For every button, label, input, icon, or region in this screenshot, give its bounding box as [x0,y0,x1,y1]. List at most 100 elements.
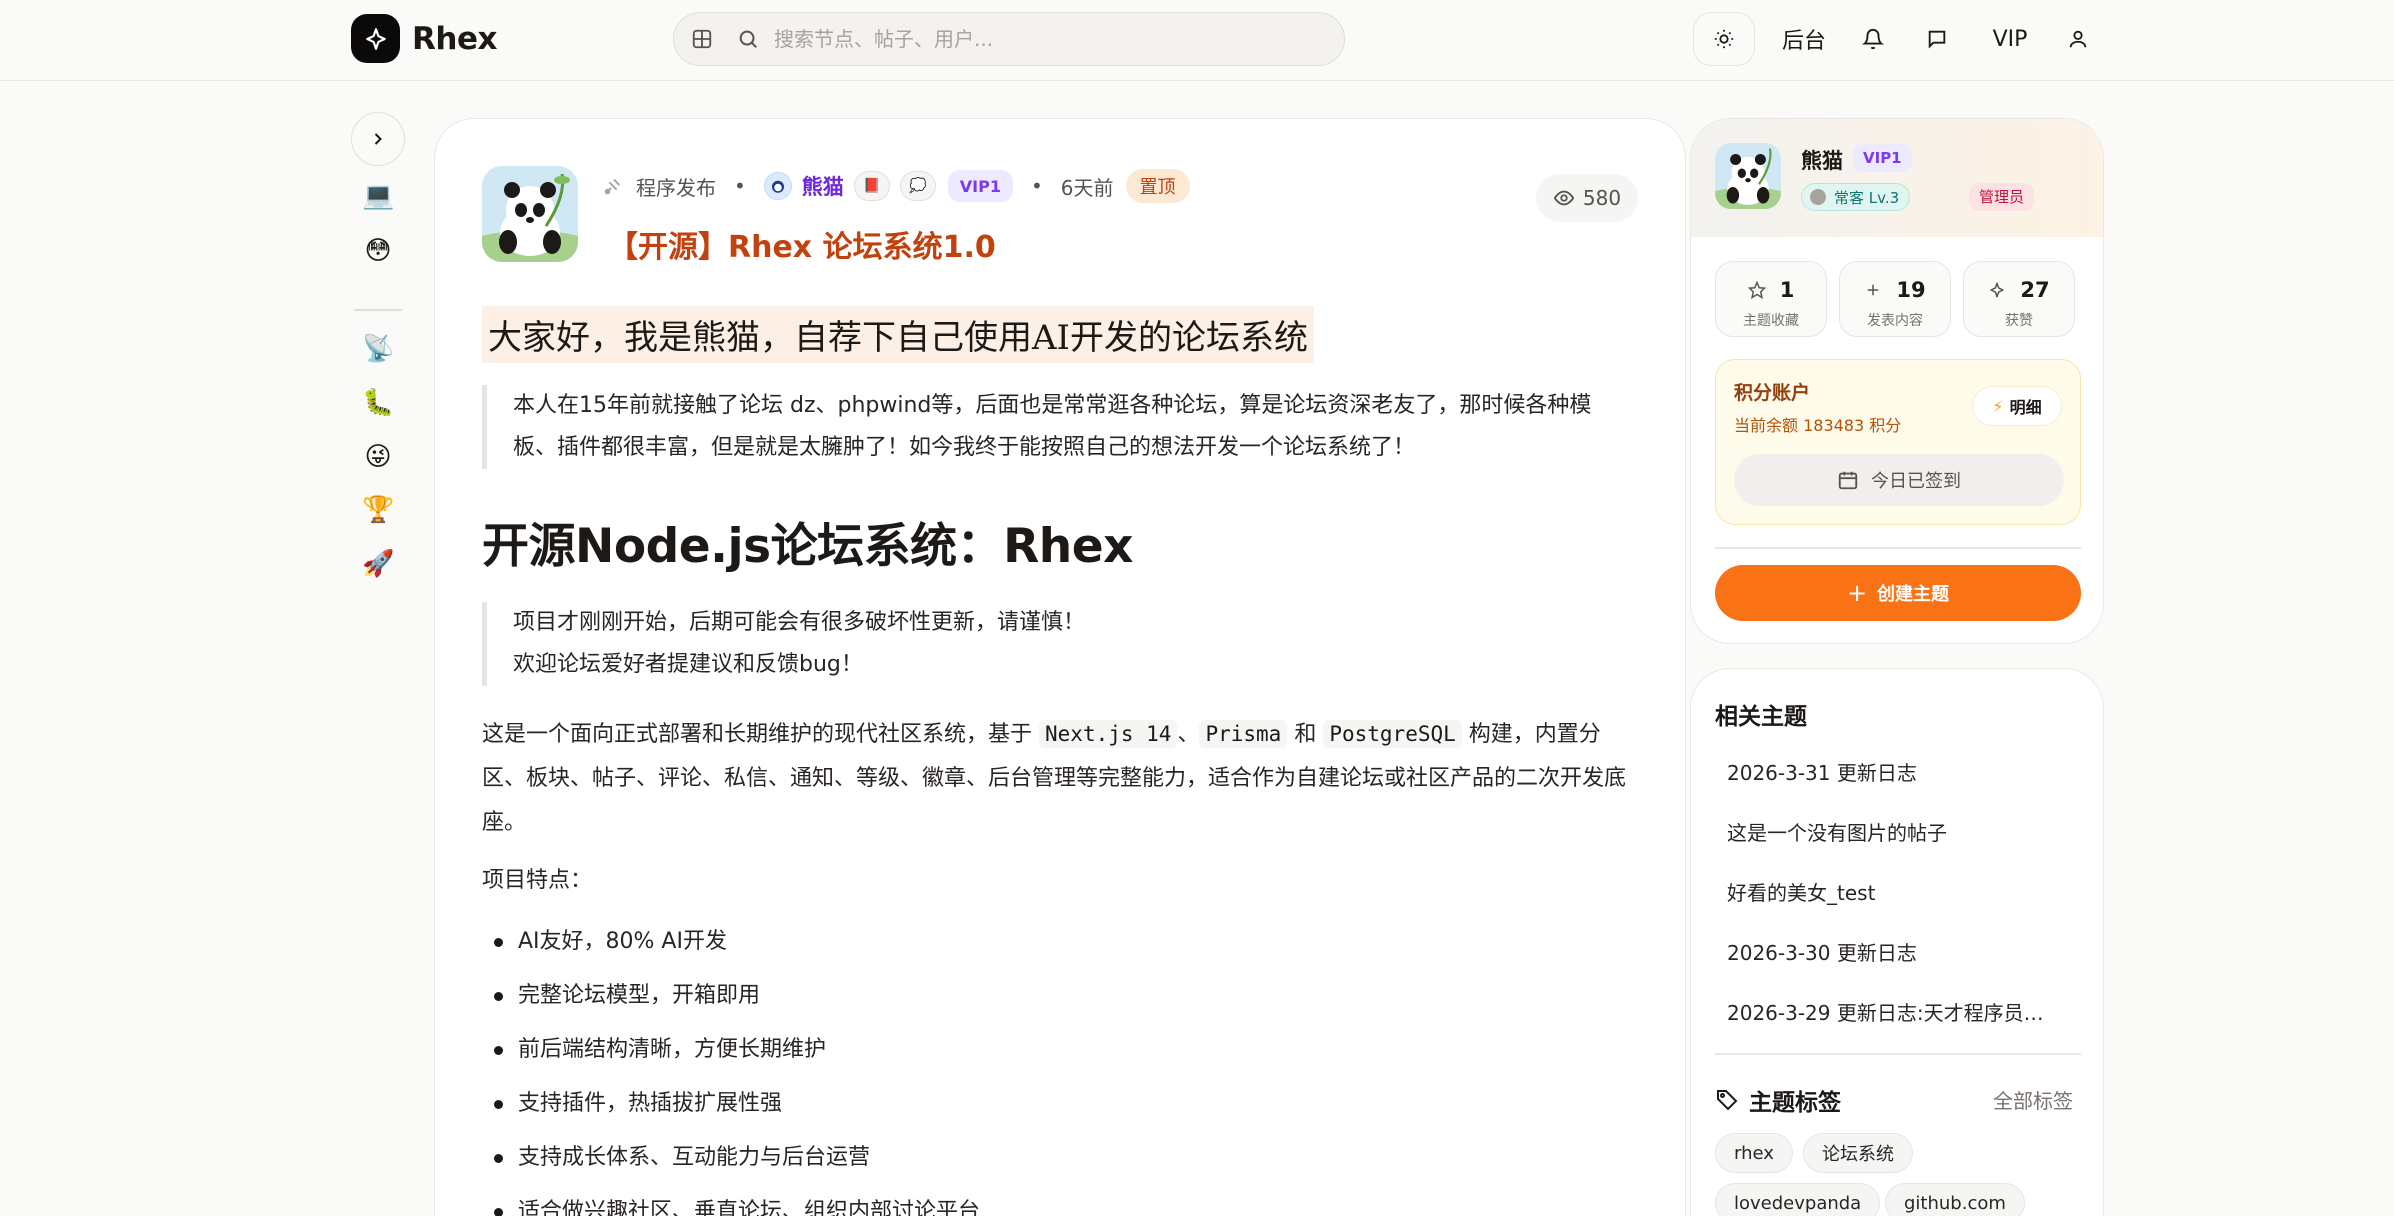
intro-paragraph: 这是一个面向正式部署和长期维护的现代社区系统，基于 Next.js 14、 Pri… [482,712,1634,845]
create-topic-button[interactable]: + 创建主题 [1715,565,2081,621]
list-item: AI友好，80% AI开发 [482,915,1634,969]
blockquote-intro: 本人在15年前就接触了论坛 dz、phpwind等，后面也是常常逛各种论坛，算是… [482,385,1634,469]
points-detail-button[interactable]: ⚡ 明细 [1972,386,2062,426]
sidebar-expand-button[interactable] [351,112,405,166]
grid-icon[interactable] [688,25,716,53]
tag-chip[interactable]: 论坛系统 [1803,1133,1913,1173]
theme-toggle-button[interactable] [1693,12,1755,66]
post-category[interactable]: 程序发布 [636,172,716,201]
search-icon [734,25,762,53]
stat-label: 获赞 [2005,313,2033,329]
points-detail-label: 明细 [2009,398,2042,417]
all-tags-link[interactable]: 全部标签 [1993,1085,2073,1114]
rail-divider [354,309,402,311]
tag-chip[interactable]: rhex [1715,1133,1793,1173]
plus-icon [1868,284,1879,296]
bell-icon [1862,29,1884,50]
level-text: 常客 Lv.3 [1834,188,1900,207]
quote-line: 欢迎论坛爱好者提建议和反馈bug！ [513,652,863,677]
profile-card: 熊猫 VIP1 常客 Lv.3 管理员 1 主题收藏 19 发表内容 27 获赞… [1690,118,2104,644]
inline-code: PostgreSQL [1323,720,1462,748]
rocket-emoji-icon[interactable]: 🚀 [362,548,394,580]
profile-name[interactable]: 熊猫 [1801,145,1843,175]
stat-likes[interactable]: 27 获赞 [1963,261,2075,337]
stat-value: 1 [1779,278,1795,302]
signed-label: 今日已签到 [1871,471,1961,492]
related-item[interactable]: 2026-3-29 更新日志:天才程序员… [1727,997,2057,1026]
vip-link[interactable]: VIP [1985,12,2035,66]
messages-button[interactable] [1919,12,1955,66]
sun-icon [1714,29,1734,49]
plus-icon: + [1846,579,1868,607]
intro-heading: 大家好，我是熊猫，自荐下自己使用AI开发的论坛系统 [482,306,1314,363]
points-title: 积分账户 [1734,382,1811,404]
lightning-icon: ⚡ [1992,396,2004,416]
blockquote-warning: 项目才刚刚开始，后期可能会有很多破坏性更新，请谨慎！ 欢迎论坛爱好者提建议和反馈… [482,602,1634,686]
search-bar[interactable] [673,12,1345,66]
admin-link[interactable]: 后台 [1776,12,1832,66]
create-label: 创建主题 [1877,584,1950,605]
related-item[interactable]: 好看的美女_test [1727,877,2057,906]
level-badge: 常客 Lv.3 [1801,183,1911,211]
trophy-emoji-icon[interactable]: 🏆 [362,494,394,526]
laptop-emoji-icon[interactable]: 💻 [362,180,394,212]
post-time: 6天前 [1060,175,1114,200]
satellite-emoji-icon[interactable]: 📡 [362,333,394,365]
meta-dot: • [734,174,746,198]
related-title: 相关主题 [1715,704,1807,730]
inline-code: Next.js 14 [1039,720,1178,748]
stat-posts[interactable]: 19 发表内容 [1839,261,1951,337]
post-title: 【开源】Rhex 论坛系统1.0 [608,230,996,265]
quote-line: 项目才刚刚开始，后期可能会有很多破坏性更新，请谨慎！ [513,610,1086,635]
related-topics-card: 相关主题 2026-3-31 更新日志 这是一个没有图片的帖子 好看的美女_te… [1690,668,2104,1216]
notifications-button[interactable] [1855,12,1891,66]
tag-chip[interactable]: lovedevpanda [1715,1183,1881,1216]
post-meta: 程序发布 • 熊猫 📕 💭 VIP1 • 6天前 置顶 [602,166,1190,206]
sparkle-logo-icon [351,14,400,63]
grin-emoji-icon[interactable]: 😜 [362,441,394,473]
features-label: 项目特点： [482,868,593,893]
eye-icon [1553,190,1575,206]
divider [1715,1053,2081,1055]
list-item: 完整论坛模型，开箱即用 [482,969,1634,1023]
stat-label: 主题收藏 [1743,313,1799,329]
list-item: 前后端结构清晰，方便长期维护 [482,1023,1634,1077]
author-name[interactable]: 熊猫 [802,171,844,201]
related-item[interactable]: 2026-3-30 更新日志 [1727,937,2057,966]
stat-value: 27 [2020,278,2050,302]
chevron-right-icon [374,133,382,145]
tag-chip[interactable]: github.com [1885,1183,2025,1216]
author-avatar[interactable] [482,166,578,262]
message-icon [1928,30,1946,49]
signed-in-button[interactable]: 今日已签到 [1734,454,2064,506]
inline-code: Prisma [1199,720,1288,748]
points-account-panel: 积分账户 当前余额 183483 积分 ⚡ 明细 今日已签到 [1715,359,2081,525]
related-item[interactable]: 这是一个没有图片的帖子 [1727,817,2057,846]
para-text: 、 [1177,722,1200,747]
search-input[interactable] [774,27,1274,51]
tags-title: 主题标签 [1749,1090,1841,1116]
divider [1715,547,2081,549]
calendar-icon [1838,471,1858,490]
author-mini-avatar[interactable] [763,172,792,200]
caterpillar-emoji-icon[interactable]: 🐛 [362,387,394,419]
view-count-value: 580 [1582,186,1622,210]
role-badge: 管理员 [1969,183,2035,211]
satellite-category-icon [604,178,621,195]
badge-book-icon[interactable]: 📕 [853,171,890,201]
list-item: 支持成长体系、互动能力与后台运营 [482,1131,1634,1185]
para-text: 和 [1294,722,1317,747]
sparkle-icon [1990,282,2005,298]
badge-speech-icon[interactable]: 💭 [899,171,936,201]
features-list: AI友好，80% AI开发 完整论坛模型，开箱即用 前后端结构清晰，方便长期维护… [482,915,1634,1216]
user-menu-button[interactable] [2060,12,2096,66]
smile-emoji-icon[interactable]: 😳 [362,235,394,267]
profile-vip-badge: VIP1 [1853,144,1912,172]
profile-avatar[interactable] [1715,143,1781,209]
author-vip-badge: VIP1 [947,170,1013,202]
stat-favorites[interactable]: 1 主题收藏 [1715,261,1827,337]
site-logo[interactable]: Rhex [351,14,497,63]
quote-text: 本人在15年前就接触了论坛 dz、phpwind等，后面也是常常逛各种论坛，算是… [513,393,1592,460]
section-heading: 开源Node.js论坛系统：Rhex [482,519,1133,574]
related-item[interactable]: 2026-3-31 更新日志 [1727,757,2057,786]
